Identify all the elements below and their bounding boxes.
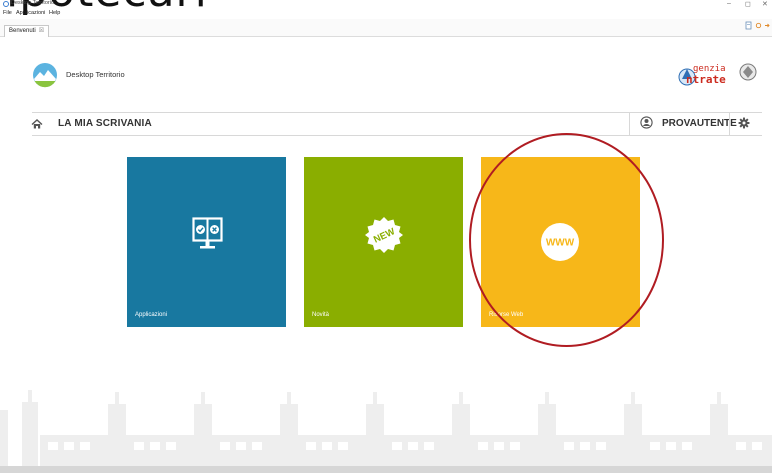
nav-divider	[729, 113, 730, 135]
username-label[interactable]: PROVAUTENTE	[662, 118, 737, 129]
menu-bar: File Applicazioni Help	[0, 9, 772, 19]
page-title: LA MIA SCRIVANIA	[58, 118, 152, 129]
sync-icon[interactable]	[755, 21, 762, 30]
tile-novita[interactable]: NEW Novità	[304, 157, 463, 327]
agenzia-entrate-logo: genzia ntrate	[678, 63, 757, 86]
tile-risorse-web-label: Risorse Web	[489, 312, 524, 318]
menu-help[interactable]: Help	[49, 10, 60, 16]
tile-applicazioni-label: Applicazioni	[135, 312, 168, 318]
forward-arrow-icon[interactable]	[764, 21, 771, 30]
window-title: Desktop Territorio	[11, 0, 54, 6]
tile-applicazioni[interactable]: Applicazioni	[127, 157, 286, 327]
document-icon[interactable]	[745, 21, 752, 30]
tab-close-icon[interactable]: ☒	[39, 28, 44, 34]
editor-tab-bar: Benvenuti ☒	[0, 19, 772, 37]
nav-divider	[629, 113, 630, 135]
app-name-label: Desktop Territorio	[66, 70, 125, 79]
user-icon[interactable]	[640, 116, 653, 129]
menu-file[interactable]: File	[3, 10, 12, 16]
monitor-check-icon	[192, 217, 223, 249]
restore-button[interactable]: ◻	[745, 0, 751, 8]
tile-novita-label: Novità	[312, 312, 330, 318]
agency-line2-text: ntrate	[686, 73, 726, 86]
gear-icon[interactable]	[738, 117, 750, 129]
city-skyline-background	[0, 390, 772, 473]
tab-benvenuti[interactable]: Benvenuti ☒	[4, 25, 50, 37]
menu-applicazioni[interactable]: Applicazioni	[16, 10, 45, 16]
www-globe-icon: WWW	[541, 223, 579, 261]
desktop-territorio-logo	[33, 63, 57, 88]
app-globe-icon	[3, 1, 9, 7]
window-titlebar: Desktop Territorio	[0, 0, 772, 9]
www-badge-text: WWW	[546, 238, 575, 249]
new-badge-icon: NEW	[365, 217, 403, 253]
tab-benvenuti-label: Benvenuti	[9, 28, 36, 34]
close-window-button[interactable]: ✕	[762, 0, 768, 8]
minimize-button[interactable]: –	[727, 0, 731, 7]
tile-risorse-web[interactable]: WWW Risorse Web	[481, 157, 640, 327]
home-icon[interactable]	[31, 118, 43, 130]
